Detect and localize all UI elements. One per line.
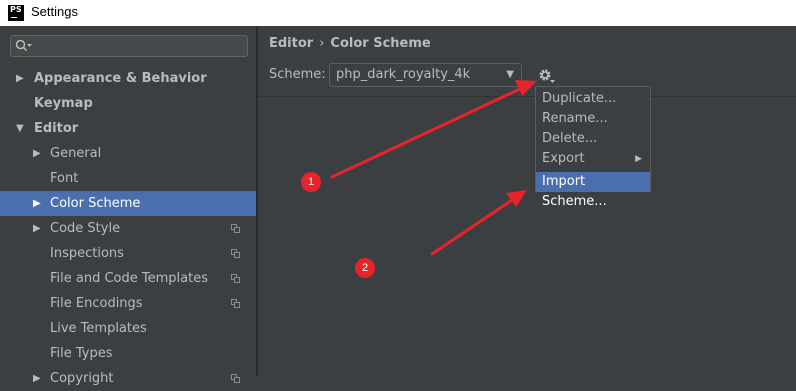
- annotation-arrows: [330, 80, 537, 256]
- arrow-1: [330, 80, 537, 179]
- arrow-2: [430, 190, 527, 256]
- annotation-badge-2: 2: [355, 258, 375, 278]
- annotation-badge-1: 1: [301, 172, 321, 192]
